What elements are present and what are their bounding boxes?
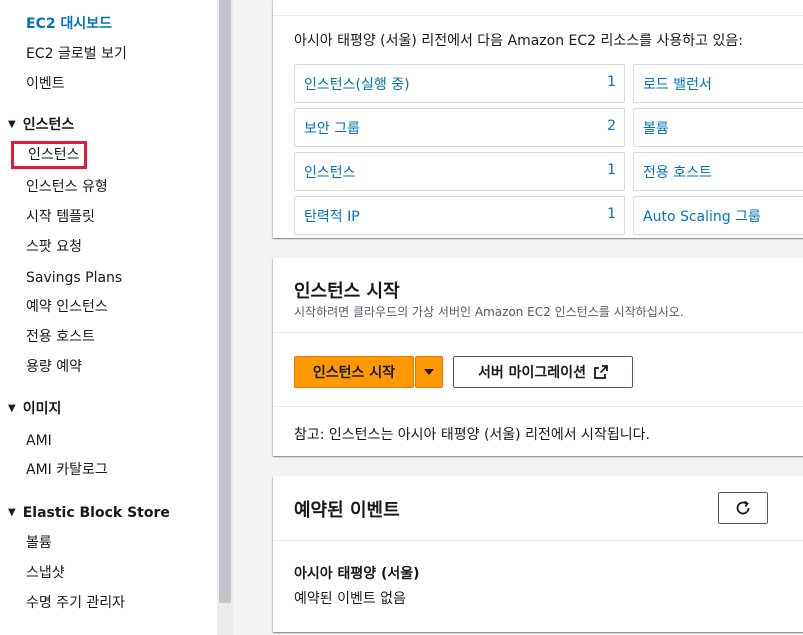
- resource-label: 로드 밸런서: [643, 77, 712, 93]
- sidebar-item-dedicated-hosts[interactable]: 전용 호스트: [26, 327, 95, 347]
- resource-label: 보안 그룹: [304, 121, 360, 137]
- sidebar-section-label: 인스턴스: [22, 117, 75, 133]
- sidebar-item-reserved-instances[interactable]: 예약 인스턴스: [26, 297, 108, 317]
- sidebar-item-events[interactable]: 이벤트: [26, 74, 65, 94]
- migrate-server-button[interactable]: 서버 마이그레이션: [453, 356, 633, 388]
- sidebar-item-ami[interactable]: AMI: [26, 431, 52, 451]
- sidebar-item-lifecycle-manager[interactable]: 수명 주기 관리자: [26, 593, 125, 613]
- resource-label: 볼륨: [643, 121, 669, 137]
- sidebar-section-images[interactable]: ▼ 이미지: [8, 399, 61, 419]
- launch-instance-panel: 인스턴스 시작 시작하려면 클라우드의 가상 서버인 Amazon EC2 인스…: [273, 258, 803, 456]
- caret-down-icon: [424, 369, 434, 375]
- sidebar-item-launch-templates[interactable]: 시작 템플릿: [26, 207, 95, 227]
- sidebar-item-instances[interactable]: 인스턴스: [11, 141, 87, 169]
- resource-label: 탄력적 IP: [304, 209, 360, 225]
- panel-title: 예약된 이벤트: [294, 500, 400, 521]
- sidebar-item-snapshots[interactable]: 스냅샷: [26, 563, 65, 583]
- resource-security-groups[interactable]: 보안 그룹 2: [294, 108, 625, 147]
- caret-down-icon: ▼: [8, 507, 16, 518]
- refresh-icon: [736, 500, 750, 515]
- resource-instances[interactable]: 인스턴스 1: [294, 152, 625, 191]
- panel-title: 인스턴스 시작: [294, 281, 400, 302]
- sidebar-scrollbar[interactable]: [217, 0, 233, 635]
- resource-volumes[interactable]: 볼륨: [633, 108, 803, 147]
- divider: [273, 406, 803, 407]
- resource-dedicated-hosts[interactable]: 전용 호스트: [633, 152, 803, 191]
- resource-load-balancers[interactable]: 로드 밸런서: [633, 64, 803, 103]
- sidebar-item-instance-types[interactable]: 인스턴스 유형: [26, 177, 108, 197]
- sidebar-item-global-view[interactable]: EC2 글로벌 보기: [26, 44, 127, 64]
- launch-options-dropdown[interactable]: [415, 356, 443, 388]
- resource-label: 전용 호스트: [643, 165, 712, 181]
- scheduled-events-panel: 예약된 이벤트 아시아 태평양 (서울) 예약된 이벤트 없음: [273, 476, 803, 632]
- resource-label: 인스턴스: [304, 165, 356, 181]
- divider: [273, 540, 803, 541]
- sidebar-item-volumes[interactable]: 볼륨: [26, 533, 52, 553]
- resources-panel: 아시아 태평양 (서울) 리전에서 다음 Amazon EC2 리소스를 사용하…: [273, 0, 803, 238]
- sidebar-section-label: Elastic Block Store: [22, 505, 170, 521]
- sidebar-section-ebs[interactable]: ▼ Elastic Block Store: [8, 503, 170, 523]
- caret-down-icon: ▼: [8, 119, 16, 130]
- sidebar-section-instances[interactable]: ▼ 인스턴스: [8, 115, 74, 135]
- no-events-message: 예약된 이벤트 없음: [294, 591, 406, 607]
- resource-count: 1: [607, 206, 616, 222]
- sidebar-item-dashboard[interactable]: EC2 대시보드: [26, 14, 112, 34]
- panel-description: 시작하려면 클라우드의 가상 서버인 Amazon EC2 인스턴스를 시작하십…: [294, 305, 684, 319]
- resource-running-instances[interactable]: 인스턴스(실행 중) 1: [294, 64, 625, 103]
- launch-region-note: 참고: 인스턴스는 아시아 태평양 (서울) 리전에서 시작됩니다.: [294, 427, 650, 443]
- resource-elastic-ips[interactable]: 탄력적 IP 1: [294, 196, 625, 235]
- caret-down-icon: ▼: [8, 403, 16, 414]
- scrollbar-thumb[interactable]: [219, 0, 231, 603]
- resource-count: 2: [607, 118, 616, 134]
- sidebar-item-spot-requests[interactable]: 스팟 요청: [26, 237, 82, 257]
- launch-instance-button[interactable]: 인스턴스 시작: [294, 356, 414, 388]
- sidebar-item-savings-plans[interactable]: Savings Plans: [26, 268, 122, 288]
- sidebar-item-capacity-reservations[interactable]: 용량 예약: [26, 357, 82, 377]
- resource-label: Auto Scaling 그룹: [643, 209, 761, 225]
- sidebar: EC2 대시보드 EC2 글로벌 보기 이벤트 ▼ 인스턴스 인스턴스 인스턴스…: [0, 0, 217, 635]
- external-link-icon: [594, 365, 608, 379]
- resource-label: 인스턴스(실행 중): [304, 77, 410, 93]
- refresh-button[interactable]: [718, 492, 768, 524]
- events-region: 아시아 태평양 (서울): [294, 566, 420, 582]
- sidebar-item-ami-catalog[interactable]: AMI 카탈로그: [26, 460, 108, 480]
- resources-intro: 아시아 태평양 (서울) 리전에서 다음 Amazon EC2 리소스를 사용하…: [294, 33, 743, 49]
- button-label: 서버 마이그레이션: [478, 365, 586, 381]
- sidebar-section-label: 이미지: [22, 401, 62, 417]
- panel-header-band: [273, 0, 803, 16]
- divider: [273, 332, 803, 333]
- resource-count: 1: [607, 162, 616, 178]
- resource-count: 1: [607, 74, 616, 90]
- resource-auto-scaling-groups[interactable]: Auto Scaling 그룹: [633, 196, 803, 235]
